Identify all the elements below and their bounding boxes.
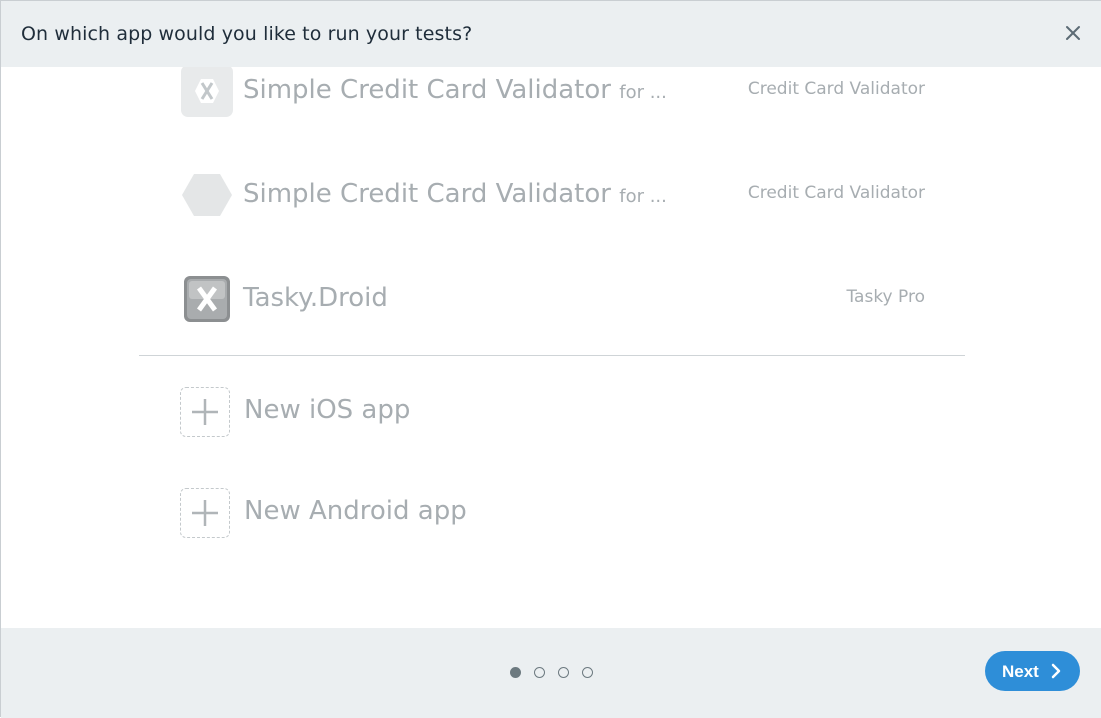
hexagon-icon bbox=[179, 167, 235, 223]
dialog-footer: Next bbox=[1, 628, 1101, 718]
app-name: Tasky.Droid bbox=[243, 283, 388, 313]
close-button[interactable] bbox=[1061, 21, 1085, 45]
app-name-suffix: for ... bbox=[619, 82, 667, 103]
plus-icon bbox=[180, 387, 230, 437]
new-ios-app-label: New iOS app bbox=[244, 395, 411, 425]
new-ios-app-button[interactable]: New iOS app bbox=[179, 386, 679, 442]
xamarin-hexagon-icon bbox=[179, 67, 235, 119]
pager-dot-3[interactable] bbox=[558, 667, 569, 678]
app-project-name: Tasky Pro bbox=[846, 287, 925, 307]
next-label: Next bbox=[1002, 662, 1039, 681]
app-selection-dialog: On which app would you like to run your … bbox=[0, 0, 1101, 718]
app-name: Simple Credit Card Validator for ... bbox=[243, 179, 667, 209]
next-button[interactable]: Next bbox=[985, 651, 1080, 691]
pager-dot-2[interactable] bbox=[534, 667, 545, 678]
app-project-name: Credit Card Validator bbox=[747, 79, 925, 99]
pager-dot-4[interactable] bbox=[582, 667, 593, 678]
list-divider bbox=[139, 355, 965, 356]
app-row-tasky-droid[interactable]: Tasky.Droid Tasky Pro bbox=[179, 271, 925, 327]
app-name-text: Tasky.Droid bbox=[243, 283, 388, 313]
app-row-simple-credit-card-validator-2[interactable]: Simple Credit Card Validator for ... Cre… bbox=[179, 167, 925, 223]
pager-dot-1[interactable] bbox=[510, 667, 521, 678]
xamarin-app-icon bbox=[179, 271, 235, 327]
dialog-header: On which app would you like to run your … bbox=[1, 1, 1101, 67]
app-row-simple-credit-card-validator-1[interactable]: Simple Credit Card Validator for ... Cre… bbox=[179, 67, 925, 119]
new-android-app-label: New Android app bbox=[244, 496, 467, 526]
app-name-text: Simple Credit Card Validator bbox=[243, 75, 611, 105]
close-icon bbox=[1066, 26, 1080, 40]
new-android-app-button[interactable]: New Android app bbox=[179, 487, 679, 543]
app-name-suffix: for ... bbox=[619, 186, 667, 207]
chevron-right-icon bbox=[1051, 663, 1061, 679]
app-name-text: Simple Credit Card Validator bbox=[243, 179, 611, 209]
dialog-title: On which app would you like to run your … bbox=[21, 23, 473, 45]
plus-icon bbox=[180, 488, 230, 538]
app-list: Simple Credit Card Validator for ... Cre… bbox=[1, 67, 1101, 628]
app-project-name: Credit Card Validator bbox=[747, 183, 925, 203]
app-name: Simple Credit Card Validator for ... bbox=[243, 75, 667, 105]
